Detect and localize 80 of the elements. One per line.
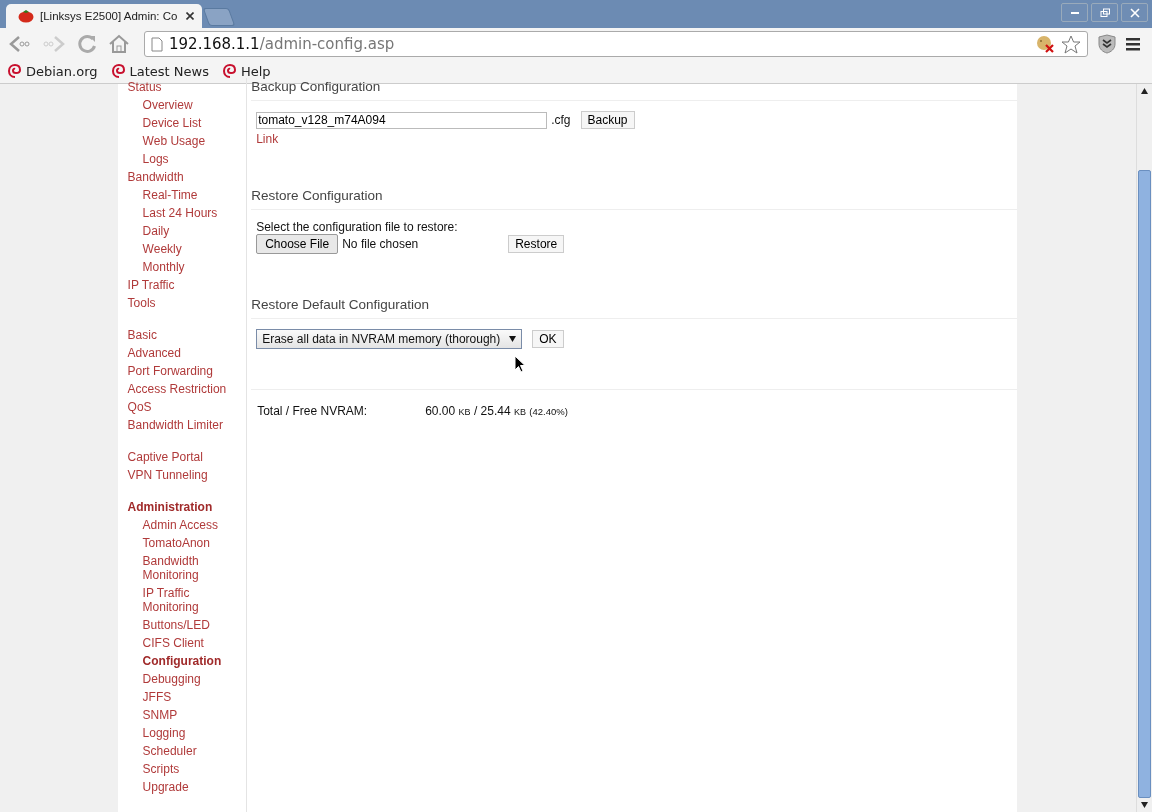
nav-link[interactable]: IP Traffic Monitoring xyxy=(127,584,228,616)
dropdown-caret-icon xyxy=(509,336,517,342)
nav-link[interactable]: Daily xyxy=(127,222,228,240)
extension-label: .cfg xyxy=(551,113,571,127)
nav-link[interactable]: Upgrade xyxy=(127,778,228,796)
nav-link[interactable]: Logging xyxy=(127,724,228,742)
restore-button[interactable]: Restore xyxy=(508,235,565,253)
filename-field[interactable]: tomato_v128_m74A094 xyxy=(256,111,548,129)
nav-link[interactable]: TomatoAnon xyxy=(127,534,228,552)
close-window-button[interactable] xyxy=(1121,3,1148,22)
erase-dropdown[interactable]: Erase all data in NVRAM memory (thorough) xyxy=(256,329,523,349)
choose-file-button[interactable]: Choose File xyxy=(256,234,339,254)
nav-link[interactable]: Scheduler xyxy=(127,742,228,760)
bookmark-link[interactable]: Debian.org xyxy=(8,64,98,79)
nav-link[interactable]: Monthly xyxy=(127,258,228,276)
swirl-icon xyxy=(223,64,237,79)
nav-link[interactable]: Admin Access xyxy=(127,516,228,534)
nav-link[interactable]: Bandwidth Monitoring xyxy=(127,552,228,584)
back-icon[interactable] xyxy=(8,34,32,54)
nav-link[interactable]: Device List xyxy=(127,114,228,132)
backup-button[interactable]: Backup xyxy=(580,111,635,129)
nvram-label: Total / Free NVRAM: xyxy=(257,404,369,418)
nav-link[interactable]: Web Usage xyxy=(127,132,228,150)
close-icon xyxy=(1129,7,1140,18)
scroll-down-icon[interactable] xyxy=(1141,802,1148,808)
nav-link[interactable]: Basic xyxy=(127,326,247,344)
mouse-cursor-icon xyxy=(514,355,527,373)
nav-link[interactable]: Logs xyxy=(127,150,228,168)
nav-link[interactable]: Buttons/LED xyxy=(127,616,228,634)
nav-link[interactable]: Scripts xyxy=(127,760,228,778)
nav-link[interactable]: Debugging xyxy=(127,670,228,688)
nav-link[interactable]: Overview xyxy=(127,96,228,114)
star-icon[interactable] xyxy=(1061,34,1081,54)
nav-link[interactable]: Weekly xyxy=(127,240,228,258)
page-icon xyxy=(151,36,163,52)
nav-link[interactable]: Captive Portal xyxy=(127,448,247,466)
nav-link[interactable]: Administration xyxy=(127,498,247,516)
swirl-icon xyxy=(8,64,22,79)
nav-link[interactable]: VPN Tunneling xyxy=(127,466,247,484)
minimize-button[interactable] xyxy=(1061,3,1088,22)
nav-link[interactable]: Bandwidth Limiter xyxy=(127,416,247,434)
nav-link[interactable]: SNMP xyxy=(127,706,228,724)
shield-icon[interactable] xyxy=(1098,34,1116,54)
home-icon[interactable] xyxy=(108,33,130,55)
nav-link[interactable]: QoS xyxy=(127,398,247,416)
blocked-cookie-icon[interactable] xyxy=(1035,35,1055,53)
nav-link[interactable]: JFFS xyxy=(127,688,228,706)
nav-link[interactable]: Bandwidth xyxy=(127,168,247,186)
nav-link[interactable]: Tools xyxy=(127,294,247,312)
ok-button[interactable]: OK xyxy=(532,330,564,348)
scroll-up-icon[interactable] xyxy=(1141,88,1148,94)
reload-icon[interactable] xyxy=(76,33,98,55)
nav-link[interactable]: IP Traffic xyxy=(127,276,247,294)
nvram-value: 60.00 KB / 25.44 KB (42.40%) xyxy=(425,404,568,418)
link[interactable]: Link xyxy=(256,132,279,146)
section-title: Restore Configuration xyxy=(251,183,1018,210)
tab-title: [Linksys E2500] Admin: Co xyxy=(40,10,179,22)
address-bar[interactable]: 192.168.1.1/admin-config.asp xyxy=(144,31,1088,57)
file-status: No file chosen xyxy=(342,237,420,251)
nav-link[interactable]: CIFS Client xyxy=(127,634,228,652)
swirl-icon xyxy=(111,64,126,79)
restore-icon xyxy=(1099,7,1110,18)
url-text: 192.168.1.1/admin-config.asp xyxy=(169,35,395,53)
section-title: Restore Default Configuration xyxy=(251,292,1018,319)
restore-button[interactable] xyxy=(1091,3,1118,22)
nav-link[interactable]: Real-Time xyxy=(127,186,228,204)
nav-link[interactable]: Access Restriction xyxy=(127,380,247,398)
tomato-icon xyxy=(18,9,34,23)
close-tab-icon[interactable] xyxy=(186,12,194,20)
browser-tab[interactable]: [Linksys E2500] Admin: Co xyxy=(6,4,202,28)
menu-icon[interactable] xyxy=(1126,37,1142,51)
nav-link[interactable]: Advanced xyxy=(127,344,247,362)
nav-link[interactable]: Status xyxy=(127,78,247,96)
nav-link[interactable]: Port Forwarding xyxy=(127,362,247,380)
nav-link[interactable]: Configuration xyxy=(127,652,228,670)
new-tab-button[interactable] xyxy=(202,8,236,26)
nav-link[interactable]: Last 24 Hours xyxy=(127,204,228,222)
minimize-icon xyxy=(1070,11,1079,14)
bookmark-link[interactable]: Latest News xyxy=(111,64,209,79)
prompt-text: Select the configuration file to restore: xyxy=(256,220,459,234)
